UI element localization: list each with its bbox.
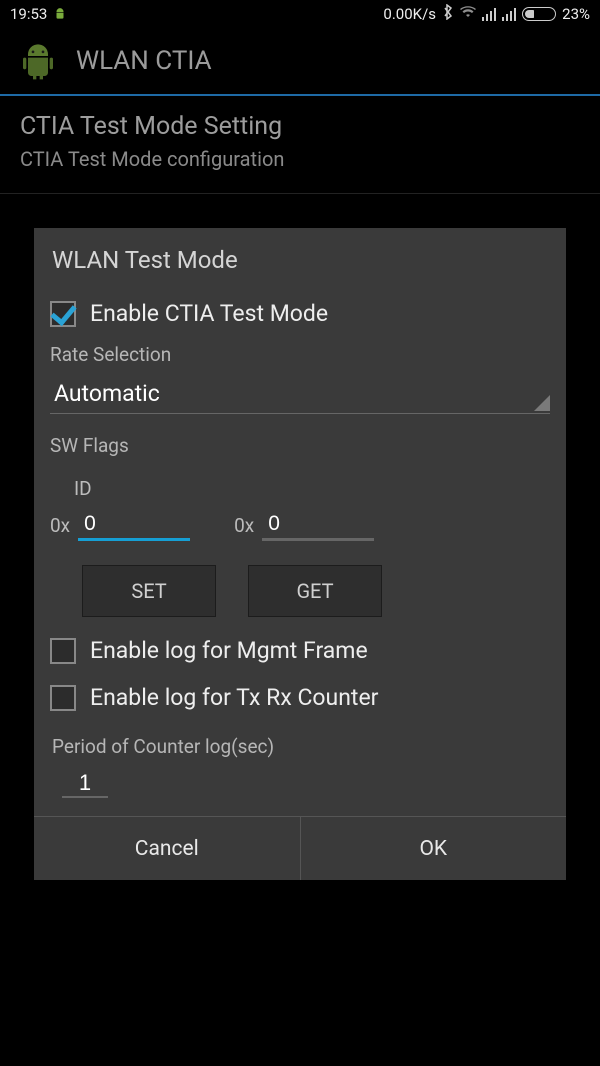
enable-ctia-row[interactable]: Enable CTIA Test Mode — [44, 290, 556, 337]
hex-input-1[interactable] — [78, 510, 190, 541]
rate-selection-label: Rate Selection — [44, 337, 556, 374]
page-title: CTIA Test Mode Setting — [20, 112, 580, 141]
enable-ctia-checkbox[interactable] — [50, 301, 76, 327]
battery-icon — [522, 7, 556, 21]
log-mgmt-checkbox[interactable] — [50, 638, 76, 664]
get-button[interactable]: GET — [248, 565, 382, 617]
log-mgmt-label: Enable log for Mgmt Frame — [90, 637, 368, 664]
log-txrx-row[interactable]: Enable log for Tx Rx Counter — [44, 674, 556, 721]
hex-input-2[interactable] — [262, 510, 374, 541]
dialog: WLAN Test Mode Enable CTIA Test Mode Rat… — [34, 228, 566, 880]
bluetooth-icon — [442, 4, 454, 24]
battery-pct: 23% — [562, 5, 590, 23]
net-speed: 0.00K/s — [383, 5, 436, 23]
status-time: 19:53 — [10, 5, 47, 23]
android-icon — [18, 41, 58, 81]
period-input[interactable] — [62, 770, 108, 798]
log-mgmt-row[interactable]: Enable log for Mgmt Frame — [44, 627, 556, 674]
app-title: WLAN CTIA — [76, 46, 212, 76]
enable-ctia-label: Enable CTIA Test Mode — [90, 300, 328, 327]
log-txrx-checkbox[interactable] — [50, 685, 76, 711]
app-bar: WLAN CTIA — [0, 28, 600, 96]
set-button[interactable]: SET — [82, 565, 216, 617]
debug-icon — [53, 7, 67, 21]
page-subtitle: CTIA Test Mode configuration — [20, 147, 580, 171]
sw-flags-label: SW Flags — [44, 420, 556, 465]
log-txrx-label: Enable log for Tx Rx Counter — [90, 684, 378, 711]
hex-prefix-1: 0x — [50, 514, 70, 541]
dialog-title: WLAN Test Mode — [34, 228, 566, 286]
status-bar: 19:53 0.00K/s 23% — [0, 0, 600, 28]
ok-button[interactable]: OK — [300, 817, 567, 880]
signal-icon-1 — [482, 7, 496, 21]
signal-icon-2 — [502, 7, 516, 21]
wifi-icon — [460, 5, 476, 23]
page-header: CTIA Test Mode Setting CTIA Test Mode co… — [0, 96, 600, 194]
id-label: ID — [44, 465, 556, 500]
dropdown-triangle-icon — [534, 395, 550, 411]
rate-selection-dropdown[interactable]: Automatic — [50, 374, 550, 414]
period-label: Period of Counter log(sec) — [50, 735, 550, 758]
rate-selection-value: Automatic — [54, 380, 160, 407]
hex-prefix-2: 0x — [234, 514, 254, 541]
cancel-button[interactable]: Cancel — [34, 817, 300, 880]
